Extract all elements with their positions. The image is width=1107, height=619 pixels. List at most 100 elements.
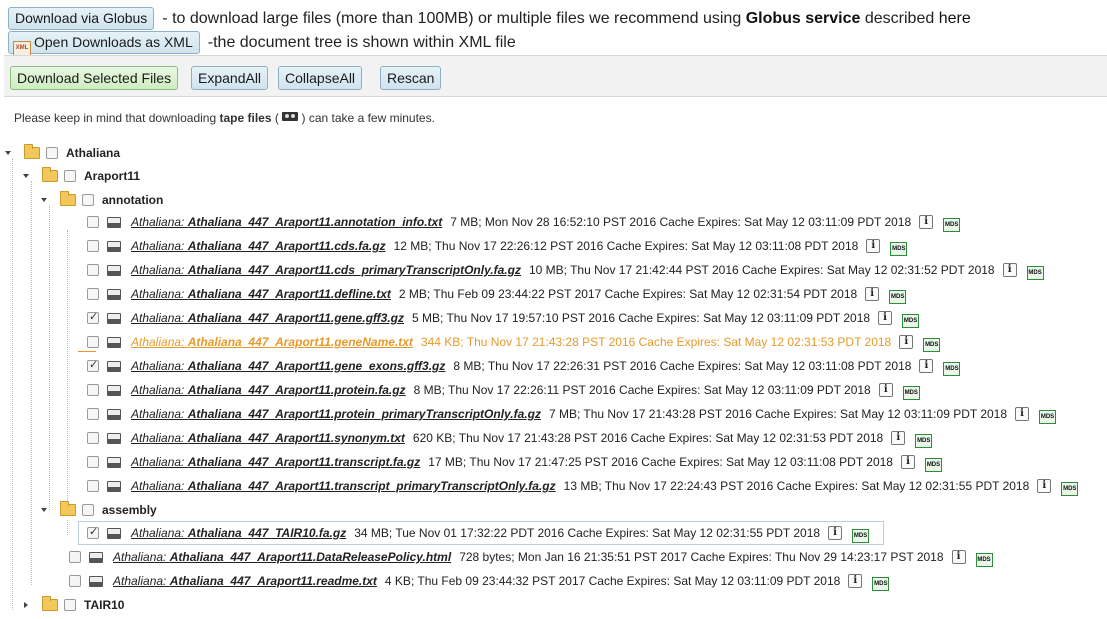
folder-name[interactable]: TAIR10 (84, 598, 124, 612)
folder-checkbox[interactable] (82, 194, 94, 206)
mds-icon[interactable]: MDS (902, 386, 920, 400)
mds-icon[interactable]: MDS (943, 362, 961, 376)
mds-icon[interactable]: MDS (902, 314, 920, 328)
file-link[interactable]: Athaliana: Athaliana_447_Araport11.prote… (131, 383, 406, 397)
info-icon[interactable]: i (919, 215, 934, 229)
info-icon[interactable]: i (866, 239, 881, 253)
folder-name[interactable]: assembly (102, 503, 157, 517)
file-checkbox[interactable] (87, 240, 99, 252)
file-row: Athaliana: Athaliana_447_Araport11.prote… (87, 381, 920, 400)
file-checkbox[interactable] (87, 336, 99, 348)
download-via-globus-button[interactable]: Download via Globus (8, 7, 155, 30)
info-icon[interactable]: i (891, 431, 906, 445)
file-link[interactable]: Athaliana: Athaliana_447_Araport11.gene_… (131, 359, 445, 373)
mds-icon[interactable]: MDS (943, 218, 961, 232)
info-icon[interactable]: i (1037, 479, 1052, 493)
file-checkbox[interactable] (87, 384, 99, 396)
file-link[interactable]: Athaliana: Athaliana_447_Araport11.synon… (131, 431, 405, 445)
file-checkbox[interactable] (87, 456, 99, 468)
mds-icon[interactable]: MDS (872, 577, 890, 591)
mds-icon[interactable]: MDS (975, 553, 993, 567)
here-link[interactable]: here (939, 10, 971, 28)
folder-name[interactable]: annotation (102, 193, 163, 207)
collapse-toggle-icon[interactable] (41, 198, 47, 202)
file-checkbox[interactable] (87, 310, 99, 324)
file-link[interactable]: Athaliana: Athaliana_447_Araport11.DataR… (113, 550, 451, 564)
folder-annotation[interactable]: annotation (41, 191, 163, 209)
file-checkbox[interactable] (69, 551, 81, 563)
file-checkbox[interactable] (87, 408, 99, 420)
folder-checkbox[interactable] (82, 504, 94, 516)
file-link[interactable]: Athaliana: Athaliana_447_Araport11.annot… (131, 215, 442, 229)
file-link[interactable]: Athaliana: Athaliana_447_TAIR10.fa.gz (131, 526, 346, 540)
mds-icon[interactable]: MDS (915, 434, 933, 448)
info-icon[interactable]: i (848, 574, 863, 588)
file-name: Athaliana_447_Araport11.defline.txt (187, 287, 391, 301)
folder-athaliana[interactable]: Athaliana (5, 144, 120, 162)
file-checkbox[interactable] (87, 432, 99, 444)
tree-guide-line (67, 520, 68, 535)
file-link[interactable]: Athaliana: Athaliana_447_Araport11.gene.… (131, 311, 404, 325)
mds-icon[interactable]: MDS (890, 242, 908, 256)
info-icon[interactable]: i (951, 550, 966, 564)
file-checkbox[interactable] (87, 480, 99, 492)
folder-checkbox[interactable] (64, 170, 76, 182)
folder-name[interactable]: Athaliana (66, 146, 120, 160)
expand-all-button[interactable]: ExpandAll (191, 66, 269, 90)
file-link[interactable]: Athaliana: Athaliana_447_Araport11.cds_p… (131, 263, 521, 277)
download-selected-files-button[interactable]: Download Selected Files (10, 66, 179, 90)
tree-guide-line (31, 181, 32, 585)
mds-icon[interactable]: MDS (923, 338, 941, 352)
globus-description: - to download large files (more than 100… (162, 9, 742, 27)
folder-checkbox[interactable] (64, 599, 76, 611)
folder-araport11[interactable]: Araport11 (23, 167, 140, 185)
file-name: Athaliana_447_Araport11.annotation_info.… (187, 215, 443, 229)
file-checkbox[interactable] (87, 525, 99, 539)
file-checkbox[interactable] (69, 575, 81, 587)
file-row: Athaliana: Athaliana_447_Araport11.cds.f… (87, 237, 908, 256)
folder-assembly[interactable]: assembly (41, 501, 157, 519)
file-link[interactable]: Athaliana: Athaliana_447_Araport11.cds.f… (131, 239, 386, 253)
info-icon[interactable]: i (878, 383, 893, 397)
info-icon[interactable]: i (828, 526, 843, 540)
mds-icon[interactable]: MDS (852, 529, 870, 543)
file-link[interactable]: Athaliana: Athaliana_447_Araport11.trans… (131, 479, 556, 493)
mds-icon[interactable]: MDS (889, 290, 907, 304)
file-link[interactable]: Athaliana: Athaliana_447_Araport11.trans… (131, 455, 420, 469)
folder-name[interactable]: Araport11 (84, 169, 140, 183)
file-link[interactable]: Athaliana: Athaliana_447_Araport11.geneN… (131, 335, 413, 349)
open-downloads-xml-button[interactable]: XML Open Downloads as XML (8, 31, 200, 56)
file-meta: 5 MB; Thu Nov 17 19:57:10 PST 2016 Cache… (412, 311, 871, 325)
info-icon[interactable]: i (900, 455, 915, 469)
file-link[interactable]: Athaliana: Athaliana_447_Araport11.readm… (113, 574, 377, 588)
expand-toggle-icon[interactable] (24, 602, 28, 608)
collapse-toggle-icon[interactable] (23, 174, 29, 178)
mds-icon[interactable]: MDS (1026, 266, 1044, 280)
file-checkbox[interactable] (87, 288, 99, 300)
info-icon[interactable]: i (899, 335, 914, 349)
rescan-button[interactable]: Rescan (380, 66, 442, 90)
file-checkbox[interactable] (87, 264, 99, 276)
folder-tair10[interactable]: TAIR10 (24, 596, 124, 614)
file-checkbox[interactable] (87, 216, 99, 228)
folder-checkbox[interactable] (46, 147, 58, 159)
globus-service-link[interactable]: Globus service (746, 10, 861, 28)
file-link[interactable]: Athaliana: Athaliana_447_Araport11.prote… (131, 407, 541, 421)
file-row: Athaliana: Athaliana_447_Araport11.gene.… (87, 309, 920, 328)
collapse-toggle-icon[interactable] (41, 508, 47, 512)
file-link[interactable]: Athaliana: Athaliana_447_Araport11.defli… (131, 287, 391, 301)
mds-icon[interactable]: MDS (924, 458, 942, 472)
info-icon[interactable]: i (1002, 263, 1017, 277)
note-text: Please keep in mind that downloading (14, 111, 217, 125)
mds-icon[interactable]: MDS (1039, 410, 1057, 424)
collapse-toggle-icon[interactable] (5, 151, 11, 155)
collapse-all-button[interactable]: CollapseAll (278, 66, 363, 90)
file-prefix: Athaliana: (113, 574, 167, 588)
info-icon[interactable]: i (865, 287, 880, 301)
info-icon[interactable]: i (919, 359, 934, 373)
mds-icon[interactable]: MDS (1061, 482, 1079, 496)
disk-icon (107, 456, 121, 468)
file-checkbox[interactable] (87, 358, 99, 372)
info-icon[interactable]: i (1015, 407, 1030, 421)
info-icon[interactable]: i (878, 311, 893, 325)
